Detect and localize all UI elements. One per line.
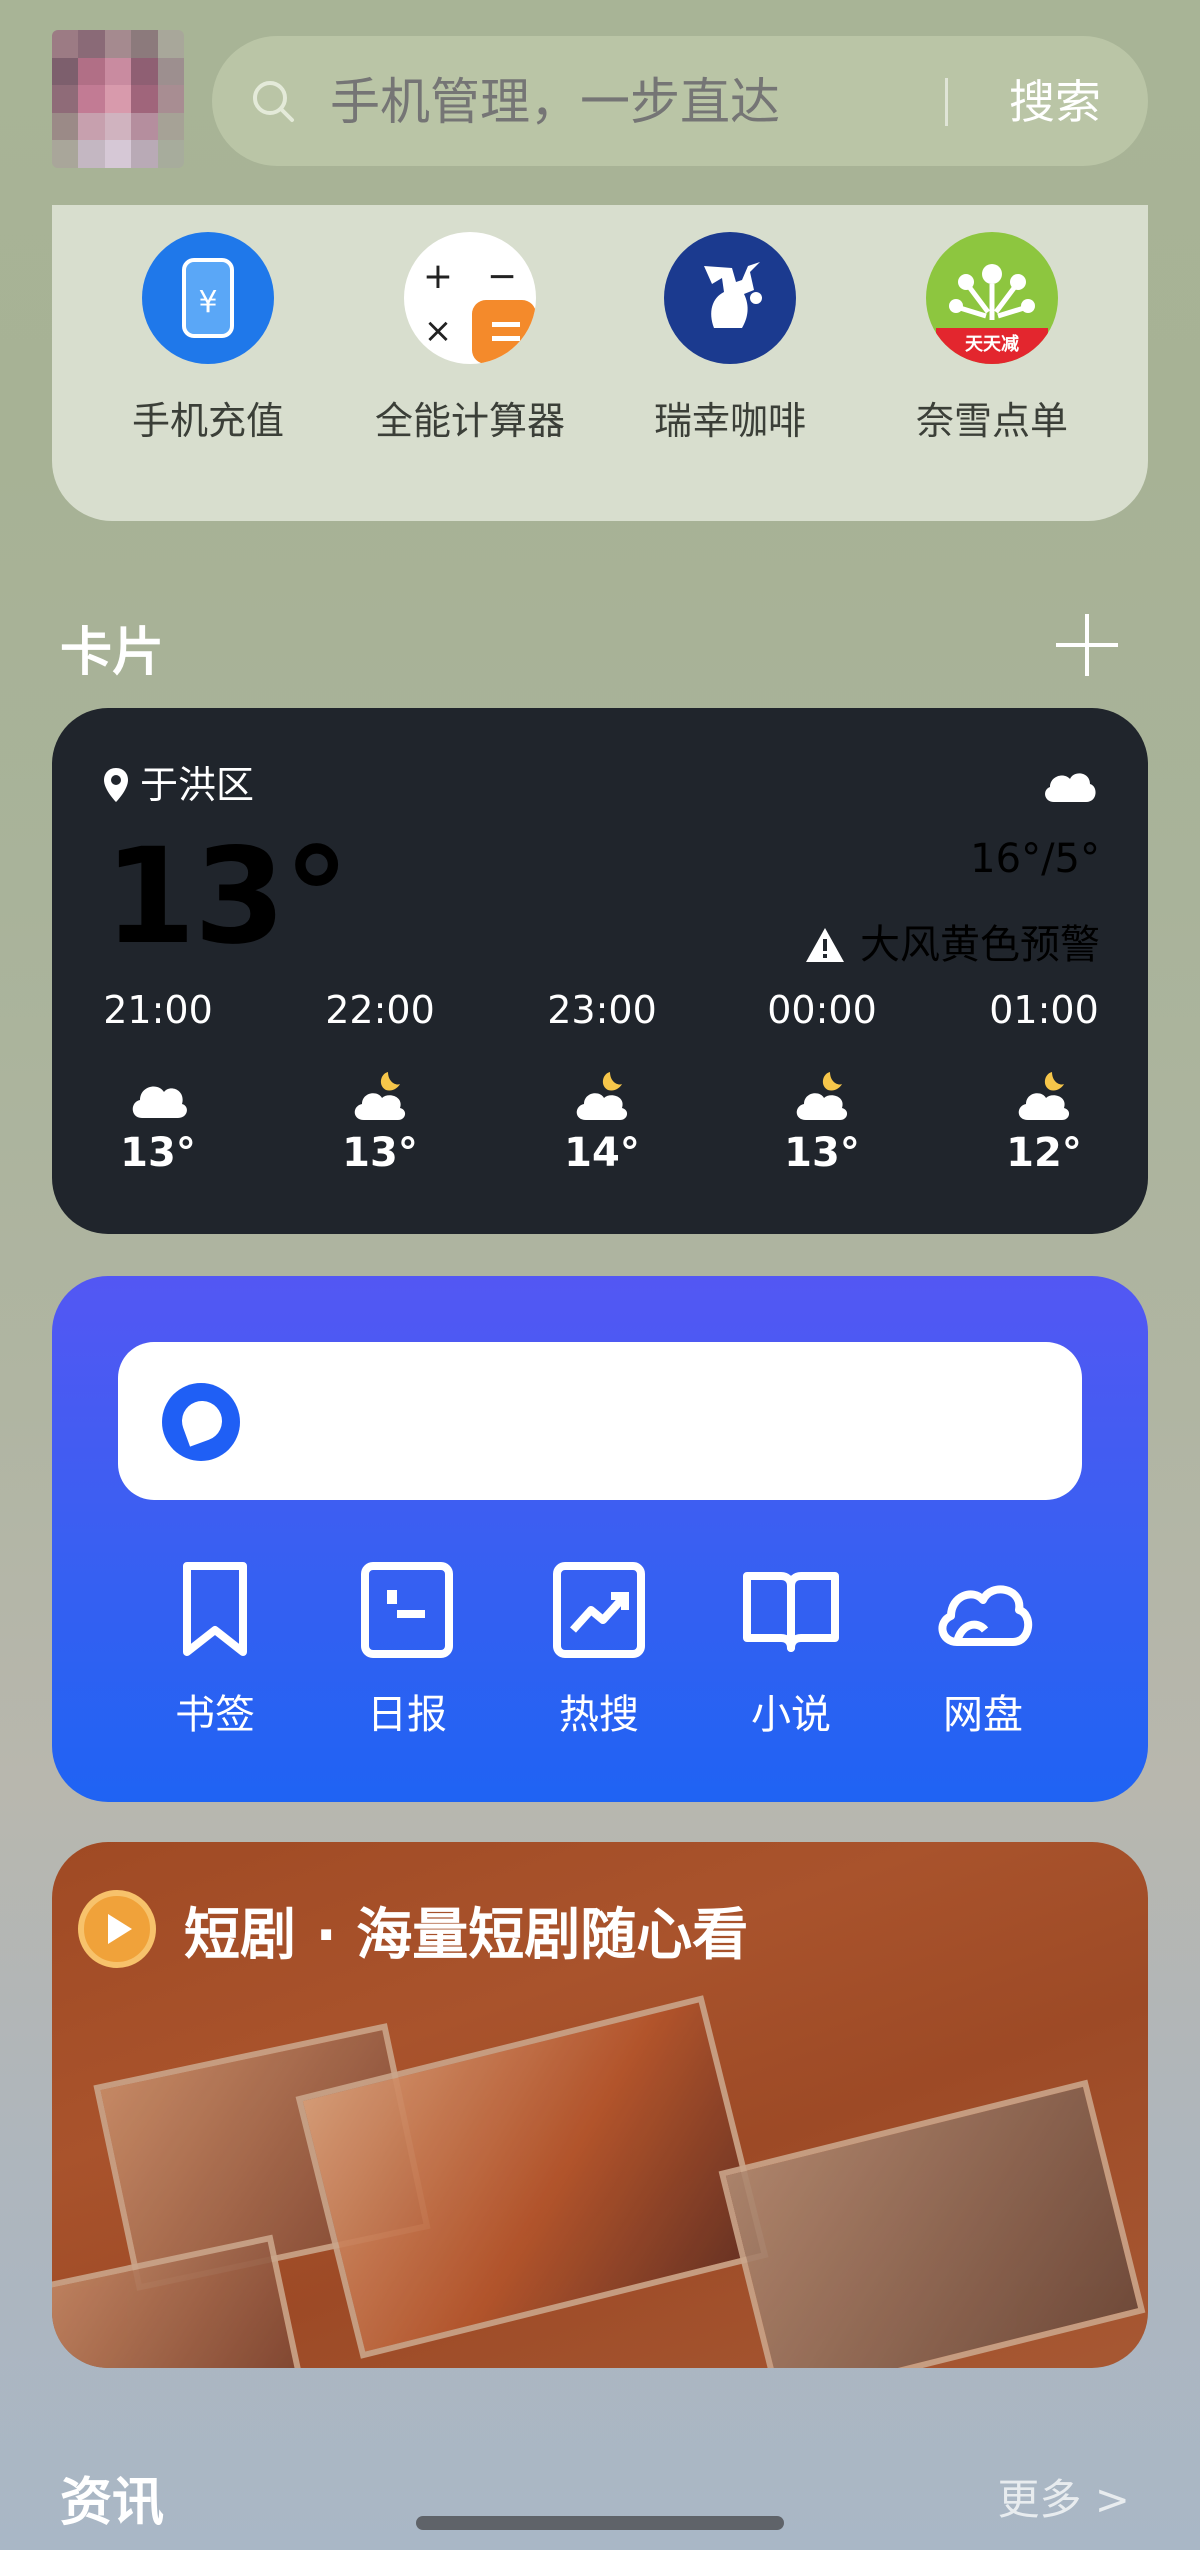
svg-text:+: +	[423, 256, 453, 297]
hourly-forecast-item: 21:00 13°	[88, 988, 228, 1176]
weather-location: 于洪区	[102, 754, 254, 809]
moon-cloud-icon	[350, 1070, 410, 1122]
forecast-time: 23:00	[547, 988, 657, 1032]
tool-label: 日报	[367, 1692, 447, 1738]
temperature-range: 16°/5°	[970, 836, 1100, 882]
svg-text:×: ×	[424, 311, 453, 351]
app-label: 全能计算器	[374, 399, 565, 443]
forecast-temp: 13°	[342, 1130, 418, 1176]
tool-novel[interactable]: 小说	[706, 1560, 876, 1740]
app-calculator[interactable]: + − × 全能计算器	[340, 232, 600, 445]
app-label: 瑞幸咖啡	[653, 399, 806, 443]
forecast-time: 22:00	[325, 988, 435, 1032]
luckin-coffee-icon	[664, 232, 796, 364]
search-button[interactable]: 搜索	[1000, 62, 1110, 142]
svg-text:−: −	[487, 256, 517, 297]
forecast-temp: 12°	[1006, 1130, 1082, 1176]
avatar[interactable]	[52, 30, 184, 168]
app-nayuki[interactable]: 天天减 奈雪点单	[862, 232, 1122, 445]
tool-daily-report[interactable]: 日报	[322, 1560, 492, 1740]
forecast-temp: 13°	[784, 1130, 860, 1176]
app-luckin-coffee[interactable]: 瑞幸咖啡	[600, 232, 860, 445]
tool-label: 小说	[751, 1692, 831, 1738]
cloud-drive-icon	[938, 1585, 1032, 1646]
moon-cloud-icon	[792, 1070, 852, 1122]
svg-text:¥: ¥	[198, 285, 217, 320]
add-card-plus-icon[interactable]	[1052, 610, 1122, 680]
weather-alert[interactable]: 大风黄色预警	[804, 912, 1100, 970]
tool-trending[interactable]: 热搜	[514, 1560, 684, 1740]
app-label: 手机充值	[131, 399, 284, 443]
moon-cloud-icon	[1014, 1070, 1074, 1122]
news-section-title: 资讯	[60, 2473, 165, 2533]
nayuki-badge: 天天减	[965, 333, 1019, 355]
trending-icon	[553, 1562, 645, 1658]
forecast-time: 00:00	[767, 988, 877, 1032]
drama-poster-image	[52, 2234, 306, 2368]
warning-icon	[806, 928, 844, 962]
nayuki-icon: 天天减	[926, 232, 1058, 364]
hourly-forecast-item: 23:00 14°	[532, 988, 672, 1176]
search-icon	[253, 81, 294, 122]
daily-report-icon	[361, 1562, 453, 1658]
drama-poster-image	[718, 2079, 1146, 2368]
tool-bookmark[interactable]: 书签	[130, 1560, 300, 1740]
short-drama-logo-icon	[78, 1890, 156, 1968]
location-text: 于洪区	[140, 763, 255, 807]
book-icon	[743, 1572, 839, 1652]
search-divider	[945, 78, 948, 126]
browser-logo-icon	[162, 1383, 240, 1461]
tool-label: 书签	[175, 1692, 255, 1738]
moon-cloud-icon	[572, 1070, 632, 1122]
tool-label: 热搜	[559, 1692, 639, 1738]
cards-section-title: 卡片	[60, 623, 165, 683]
home-indicator[interactable]	[416, 2516, 784, 2530]
phone-recharge-icon: ¥	[142, 232, 274, 364]
alert-text: 大风黄色预警	[860, 922, 1100, 968]
tool-label: 网盘	[943, 1692, 1023, 1738]
hourly-forecast-item: 00:00 13°	[752, 988, 892, 1176]
location-pin-icon	[104, 768, 128, 802]
calculator-icon: + − ×	[404, 232, 536, 364]
cloud-icon	[128, 1070, 188, 1122]
cloud-icon	[1045, 773, 1096, 802]
hourly-forecast-item: 22:00 13°	[310, 988, 450, 1176]
short-drama-title: 短剧 · 海量短剧随心看	[184, 1903, 749, 1968]
hourly-forecast-item: 01:00 12°	[974, 988, 1114, 1176]
browser-search-field[interactable]	[118, 1342, 1082, 1500]
forecast-temp: 13°	[120, 1130, 196, 1176]
app-phone-recharge[interactable]: ¥ 手机充值	[78, 232, 338, 445]
current-temperature: 13°	[104, 820, 350, 974]
search-input[interactable]	[330, 62, 890, 142]
bookmark-icon	[183, 1562, 247, 1656]
tool-cloud-drive[interactable]: 网盘	[898, 1560, 1068, 1740]
forecast-temp: 14°	[564, 1130, 640, 1176]
forecast-time: 21:00	[103, 988, 213, 1032]
app-label: 奈雪点单	[915, 399, 1068, 443]
news-more-link[interactable]: 更多 >	[997, 2466, 1130, 2527]
forecast-time: 01:00	[989, 988, 1099, 1032]
